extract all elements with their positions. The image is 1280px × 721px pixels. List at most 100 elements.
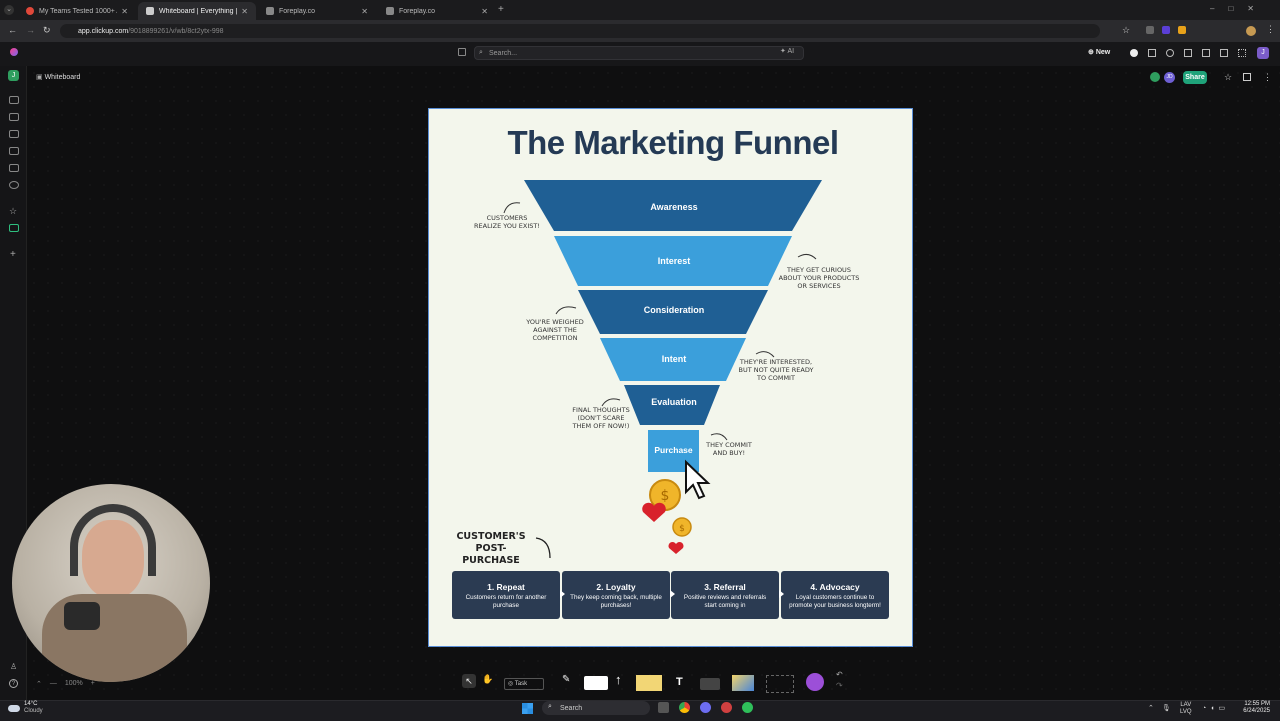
tab-title: My Teams Tested 1000+ Ad Cre xyxy=(39,7,117,15)
url-field[interactable]: app.clickup.com/9018899261/v/wb/8ct2ytx-… xyxy=(60,24,1100,38)
system-status-icons[interactable]: ◔◖▭ xyxy=(1202,704,1229,712)
microphone-icon[interactable]: 🎙 xyxy=(1162,704,1171,712)
window-controls[interactable]: –□✕ xyxy=(1210,4,1268,13)
dashboards-icon[interactable] xyxy=(9,147,19,155)
hand-tool[interactable]: ✋ xyxy=(482,674,493,685)
text-tool[interactable]: T xyxy=(676,676,683,688)
header-quick-icons[interactable] xyxy=(1130,49,1246,57)
undo-icon[interactable]: ↶ xyxy=(836,670,843,679)
tab-close-icon[interactable]: ✕ xyxy=(241,7,248,16)
zoom-controls[interactable]: ⌃ — 100% + xyxy=(36,680,95,688)
whiteboard-label: Whiteboard xyxy=(44,74,81,81)
star-icon[interactable]: ☆ xyxy=(1224,72,1232,83)
inbox-icon[interactable] xyxy=(9,113,19,121)
goals-icon[interactable] xyxy=(9,164,19,172)
browser-tab-3[interactable]: Foreplay.co ✕ xyxy=(258,2,376,20)
layout-icon[interactable] xyxy=(1220,49,1228,57)
ai-button[interactable]: ✦ AI xyxy=(780,47,794,55)
post-step-desc: Loyal customers continue to promote your… xyxy=(789,594,881,609)
invite-icon[interactable]: ♙ xyxy=(10,662,17,671)
weather-desc: Cloudy xyxy=(24,708,43,714)
weather-widget[interactable]: 14°C Cloudy xyxy=(8,701,43,715)
taskbar-apps[interactable] xyxy=(658,702,753,713)
more-tools[interactable] xyxy=(766,675,794,693)
clock-icon[interactable] xyxy=(1184,49,1192,57)
favorites-icon[interactable]: ☆ xyxy=(9,206,17,217)
windows-start-icon[interactable] xyxy=(522,703,533,714)
taskbar-search[interactable]: ⌕ Search xyxy=(542,701,650,715)
browser-menu-icon[interactable]: ⋮ xyxy=(1266,24,1275,35)
chevron-up-icon[interactable]: ⌃ xyxy=(1148,704,1154,712)
tray-icons[interactable]: ⌃ 🎙 xyxy=(1148,704,1171,712)
clickup-logo-icon[interactable] xyxy=(10,48,18,56)
sticky-note-tool[interactable] xyxy=(636,675,662,691)
clock[interactable]: 12:55 PM 6/24/2025 xyxy=(1238,701,1270,715)
connector-tool[interactable]: ↑ xyxy=(615,672,622,687)
zoom-out-button[interactable]: — xyxy=(50,680,57,688)
post-step-desc: Positive reviews and referrals start com… xyxy=(683,594,767,609)
frame-tool[interactable] xyxy=(700,678,720,690)
app-icon[interactable] xyxy=(721,702,732,713)
help-icon[interactable]: ? xyxy=(9,679,18,688)
browser-tab-4[interactable]: Foreplay.co ✕ xyxy=(378,2,496,20)
browser-tab-1[interactable]: My Teams Tested 1000+ Ad Cre ✕ xyxy=(18,2,136,20)
post-purchase-heading: Customer's post-purchase xyxy=(456,531,526,566)
timesheets-icon[interactable] xyxy=(9,181,19,189)
add-icon[interactable]: + xyxy=(10,249,16,260)
tab-close-icon[interactable]: ✕ xyxy=(481,7,488,16)
note-purchase: They commit and buy! xyxy=(706,441,752,457)
profile-avatar[interactable] xyxy=(1246,26,1256,36)
expand-icon[interactable] xyxy=(1243,73,1251,81)
spaces-icon[interactable] xyxy=(9,224,19,232)
file-explorer-icon[interactable] xyxy=(658,702,669,713)
redo-icon[interactable]: ↷ xyxy=(836,681,843,690)
funnel-diagram: $ $ xyxy=(503,180,822,559)
new-button[interactable]: ⊕ New xyxy=(1088,48,1110,56)
post-step-advocacy: 4. Advocacy Loyal customers continue to … xyxy=(781,571,889,619)
tab-close-icon[interactable]: ✕ xyxy=(361,7,368,16)
zoom-level[interactable]: 100% xyxy=(65,680,83,688)
tab-search-icon[interactable]: ⌄ xyxy=(4,5,14,15)
doc-icon[interactable] xyxy=(1202,49,1210,57)
post-step-loyalty: 2. Loyalty They keep coming back, multip… xyxy=(562,571,670,619)
app-icon[interactable] xyxy=(700,702,711,713)
whatsapp-icon[interactable] xyxy=(742,702,753,713)
check-icon[interactable] xyxy=(1130,49,1138,57)
back-icon[interactable]: ← xyxy=(8,25,17,35)
workspace-avatar[interactable]: J xyxy=(8,70,19,81)
pen-tool[interactable]: ✎ xyxy=(562,674,570,685)
forward-icon[interactable]: → xyxy=(26,25,35,35)
language-indicator[interactable]: LAV LVQ xyxy=(1180,702,1192,716)
extensions-icon[interactable] xyxy=(1146,26,1206,36)
lang-bottom: LVQ xyxy=(1180,709,1192,715)
tab-close-icon[interactable]: ✕ xyxy=(121,7,128,16)
chrome-icon[interactable] xyxy=(679,702,690,713)
new-tab-icon[interactable]: + xyxy=(498,4,504,15)
user-avatar[interactable]: J xyxy=(1257,47,1269,59)
post-step-referral: 3. Referral Positive reviews and referra… xyxy=(671,571,779,619)
task-label: Task xyxy=(514,681,528,687)
more-icon[interactable]: ⋮ xyxy=(1263,72,1272,83)
ai-brain-tool[interactable] xyxy=(806,673,824,691)
whiteboard-breadcrumb[interactable]: ▣ Whiteboard xyxy=(36,73,80,81)
zoom-in-button[interactable]: + xyxy=(91,680,95,688)
task-tool[interactable]: ◎ Task xyxy=(504,678,544,690)
docs-icon[interactable] xyxy=(9,130,19,138)
image-tool[interactable] xyxy=(732,675,754,691)
apps-grid-icon[interactable] xyxy=(1238,49,1246,57)
home-icon[interactable] xyxy=(9,96,19,104)
video-icon[interactable] xyxy=(1166,49,1174,57)
browser-tab-2[interactable]: Whiteboard | Everything | Jani ✕ xyxy=(138,2,256,20)
shape-tool[interactable] xyxy=(584,676,608,690)
collaborators-avatars[interactable]: JD xyxy=(1150,72,1175,83)
share-button[interactable]: Share xyxy=(1183,71,1207,84)
search-input[interactable]: ⌕ Search... xyxy=(474,46,804,60)
fit-icon[interactable]: ⌃ xyxy=(36,680,42,688)
stage-label-awareness: Awareness xyxy=(650,202,698,212)
calendar-icon[interactable] xyxy=(458,48,466,56)
notepad-icon[interactable] xyxy=(1148,49,1156,57)
select-tool[interactable]: ↖ xyxy=(462,674,476,688)
reload-icon[interactable]: ↻ xyxy=(43,25,51,36)
tab-title: Foreplay.co xyxy=(399,7,436,15)
bookmark-star-icon[interactable]: ☆ xyxy=(1122,25,1130,36)
